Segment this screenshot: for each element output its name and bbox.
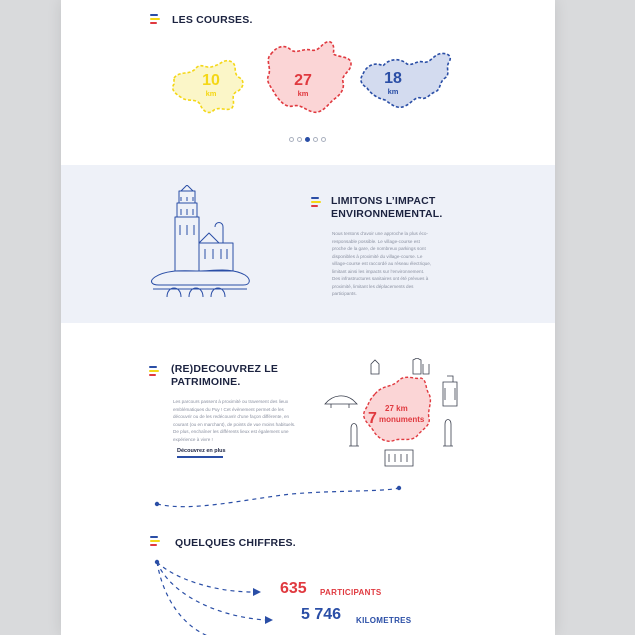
carousel-dot-active[interactable] — [305, 137, 310, 142]
course-10km-label: 10 km — [191, 72, 231, 98]
tricolor-icon — [149, 366, 159, 377]
dashed-path-decoration — [154, 485, 402, 508]
carousel-dot[interactable] — [321, 137, 326, 142]
section-title-chiffres: QUELQUES CHIFFRES. — [175, 537, 296, 549]
map-monument-label: monuments — [379, 415, 425, 424]
stat-kilometres-label: KILOMETRES — [356, 616, 412, 625]
carousel-dot[interactable] — [289, 137, 294, 142]
monuments-map-illustration — [324, 358, 458, 467]
tricolor-icon — [150, 536, 160, 547]
map-monument-count: 7 — [368, 410, 377, 427]
impact-body-text: Nous tentons d’avoir une approche la plu… — [332, 231, 432, 296]
map-distance: 27 km — [385, 404, 408, 413]
title-line: (RE)DECOUVREZ LE — [171, 363, 279, 375]
dashed-arrows-decoration — [154, 559, 273, 635]
carousel-pagination — [289, 137, 326, 142]
stat-participants-label: PARTICIPANTS — [320, 588, 382, 597]
tricolor-icon — [311, 197, 321, 208]
carousel-dot[interactable] — [297, 137, 302, 142]
course-distance-value: 18 — [384, 70, 402, 87]
cathedral-illustration-icon — [151, 185, 250, 297]
course-distance-unit: km — [205, 89, 217, 98]
title-line: LIMITONS L’IMPACT — [331, 195, 436, 207]
section-title-patrimoine: (RE)DECOUVREZ LE PATRIMOINE. — [171, 363, 278, 389]
landing-page: LES COURSES. 10 km 27 km 18 km LIMITONS … — [61, 0, 555, 635]
course-27km-label: 27 km — [283, 72, 323, 98]
tricolor-icon — [150, 14, 160, 25]
course-distance-unit: km — [387, 87, 399, 96]
stat-participants-value: 635 — [280, 580, 307, 597]
discover-more-link[interactable]: Découvrez en plus — [177, 448, 226, 454]
course-distance-value: 10 — [202, 72, 220, 89]
section-title-impact: LIMITONS L’IMPACT ENVIRONNEMENTAL. — [331, 195, 443, 221]
stat-kilometres-value: 5 746 — [301, 606, 342, 623]
carousel-dot[interactable] — [313, 137, 318, 142]
link-underline — [177, 456, 223, 458]
title-line: ENVIRONNEMENTAL. — [331, 208, 443, 220]
course-distance-unit: km — [297, 89, 309, 98]
course-18km-label: 18 km — [373, 70, 413, 96]
patrimoine-body-text: Les parcours passent à proximité ou trav… — [173, 399, 296, 442]
title-line: PATRIMOINE. — [171, 376, 241, 388]
impact-section: LIMITONS L’IMPACT ENVIRONNEMENTAL. Nous … — [61, 165, 555, 323]
course-distance-value: 27 — [294, 72, 312, 89]
section-title-courses: LES COURSES. — [172, 14, 253, 26]
